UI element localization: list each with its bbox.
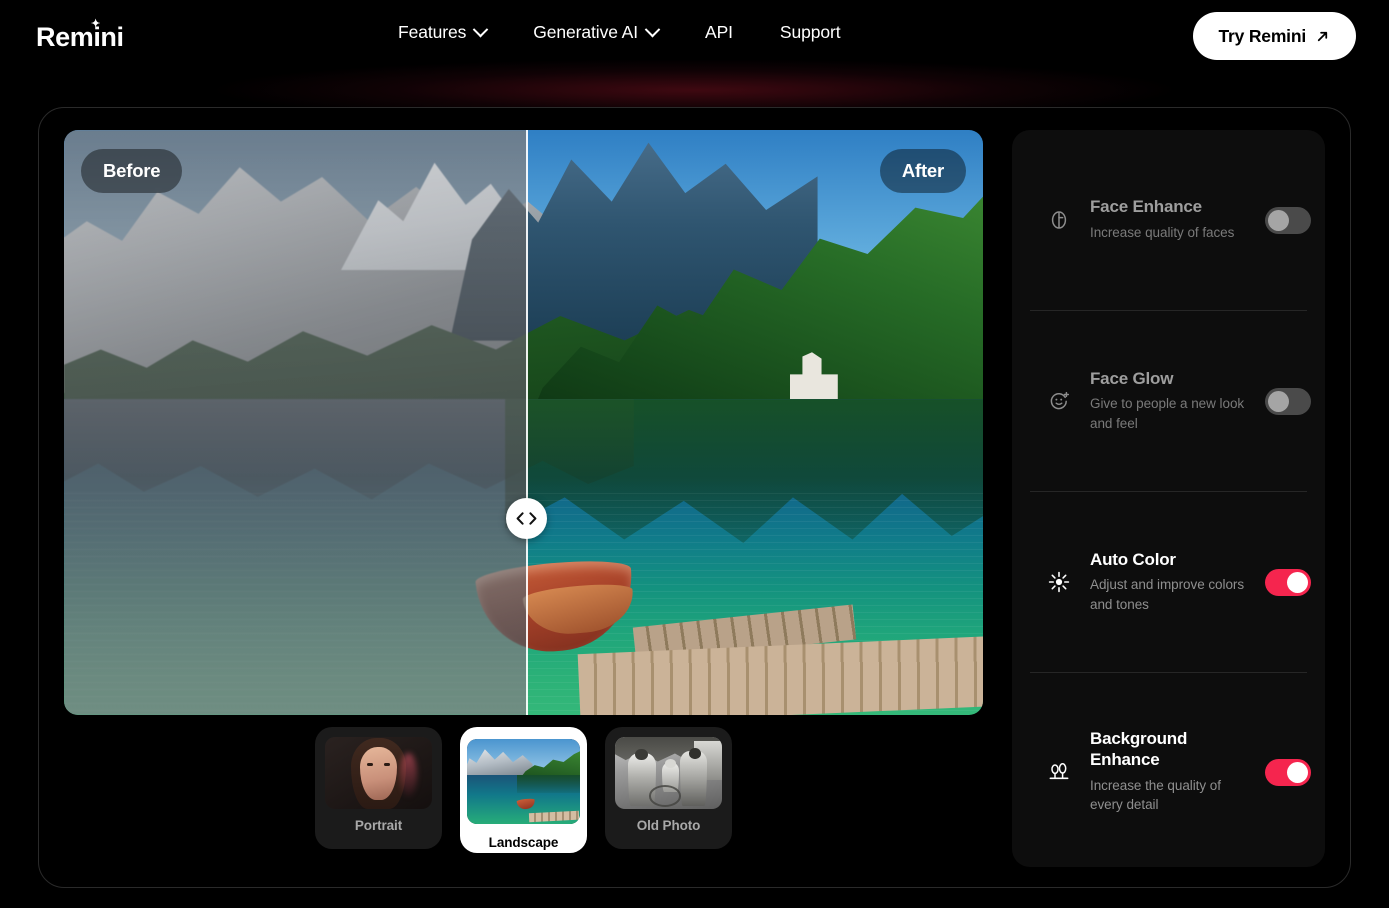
comparison-slider-handle[interactable] bbox=[506, 498, 547, 539]
setting-title-face-enhance: Face Enhance bbox=[1090, 197, 1202, 217]
setting-text-face-glow: Face Glow Give to people a new look and … bbox=[1076, 369, 1265, 434]
chevron-down-icon bbox=[472, 21, 489, 38]
comparison-split-line bbox=[526, 130, 528, 715]
nav-item-support[interactable]: Support bbox=[780, 22, 861, 43]
main-navigation: Features Generative AI API Support bbox=[398, 21, 861, 43]
site-header: Remini ✦ Features Generative AI API Supp… bbox=[0, 0, 1389, 72]
sun-brightness-icon bbox=[1042, 571, 1076, 593]
landscape-thumbnail-image bbox=[467, 739, 580, 824]
setting-text-auto-color: Auto Color Adjust and improve colors and… bbox=[1076, 550, 1265, 615]
thumbnail-landscape-label: Landscape bbox=[488, 835, 559, 850]
nav-item-features-label: Features bbox=[398, 22, 467, 42]
toggle-knob bbox=[1268, 390, 1289, 412]
setting-row-face-glow[interactable]: Face Glow Give to people a new look and … bbox=[1012, 311, 1325, 491]
chevron-left-icon bbox=[516, 512, 524, 525]
setting-row-background-enhance[interactable]: Background Enhance Increase the quality … bbox=[1012, 673, 1325, 871]
setting-desc-background-enhance: Increase the quality of every detail bbox=[1090, 777, 1221, 813]
portrait-thumbnail-image bbox=[325, 737, 432, 809]
setting-title-face-glow: Face Glow bbox=[1090, 368, 1174, 388]
chevron-right-icon bbox=[529, 512, 537, 525]
setting-row-face-enhance[interactable]: Face Enhance Increase quality of faces bbox=[1012, 130, 1325, 310]
thumbnail-portrait-label: Portrait bbox=[354, 818, 403, 833]
setting-title-auto-color: Auto Color bbox=[1090, 549, 1176, 569]
face-glow-icon bbox=[1042, 390, 1076, 412]
setting-desc-auto-color: Adjust and improve colors and tones bbox=[1090, 577, 1245, 612]
nav-item-generative-ai[interactable]: Generative AI bbox=[533, 21, 678, 43]
nav-item-features[interactable]: Features bbox=[398, 21, 506, 43]
setting-row-auto-color[interactable]: Auto Color Adjust and improve colors and… bbox=[1012, 492, 1325, 672]
enhancement-settings-panel: Face Enhance Increase quality of faces F… bbox=[1012, 130, 1325, 867]
before-after-viewer[interactable]: Before After bbox=[64, 130, 983, 715]
before-label: Before bbox=[81, 149, 183, 193]
after-label: After bbox=[879, 149, 966, 193]
toggle-knob bbox=[1287, 761, 1308, 783]
nav-item-generative-ai-label: Generative AI bbox=[533, 22, 638, 42]
nav-item-support-label: Support bbox=[779, 22, 841, 42]
try-remini-button[interactable]: Try Remini bbox=[1192, 12, 1356, 60]
chevron-down-icon bbox=[644, 21, 661, 38]
nav-item-api-label: API bbox=[705, 22, 733, 42]
toggle-auto-color[interactable] bbox=[1265, 568, 1311, 596]
old-photo-thumbnail-image bbox=[615, 737, 722, 809]
toggle-background-enhance[interactable] bbox=[1265, 758, 1311, 786]
try-remini-label: Try Remini bbox=[1218, 25, 1307, 46]
external-link-icon bbox=[1317, 31, 1328, 41]
setting-text-face-enhance: Face Enhance Increase quality of faces bbox=[1076, 197, 1265, 242]
nav-item-api[interactable]: API bbox=[705, 22, 753, 43]
setting-text-background-enhance: Background Enhance Increase the quality … bbox=[1076, 729, 1265, 815]
toggle-face-enhance[interactable] bbox=[1265, 206, 1311, 234]
thumbnail-old-photo[interactable]: Old Photo bbox=[605, 727, 732, 849]
toggle-face-glow[interactable] bbox=[1265, 387, 1311, 415]
setting-title-background-enhance: Background Enhance bbox=[1090, 729, 1188, 769]
setting-desc-face-enhance: Increase quality of faces bbox=[1090, 225, 1235, 241]
toggle-knob bbox=[1287, 571, 1308, 593]
demo-card: Before After Portrait Landscape Old Phot… bbox=[38, 107, 1351, 888]
trees-landscape-icon bbox=[1042, 761, 1076, 783]
thumbnail-portrait[interactable]: Portrait bbox=[315, 727, 442, 849]
face-enhance-icon bbox=[1042, 209, 1076, 231]
sample-thumbnail-list: Portrait Landscape Old Photo bbox=[64, 727, 983, 867]
thumbnail-landscape[interactable]: Landscape bbox=[460, 727, 587, 853]
setting-desc-face-glow: Give to people a new look and feel bbox=[1090, 396, 1245, 431]
brand-logo-text: Remini bbox=[36, 22, 124, 52]
brand-logo[interactable]: Remini ✦ bbox=[36, 18, 124, 53]
thumbnail-old-photo-label: Old Photo bbox=[636, 818, 701, 833]
sparkle-icon: ✦ bbox=[91, 18, 100, 30]
toggle-knob bbox=[1268, 209, 1289, 231]
